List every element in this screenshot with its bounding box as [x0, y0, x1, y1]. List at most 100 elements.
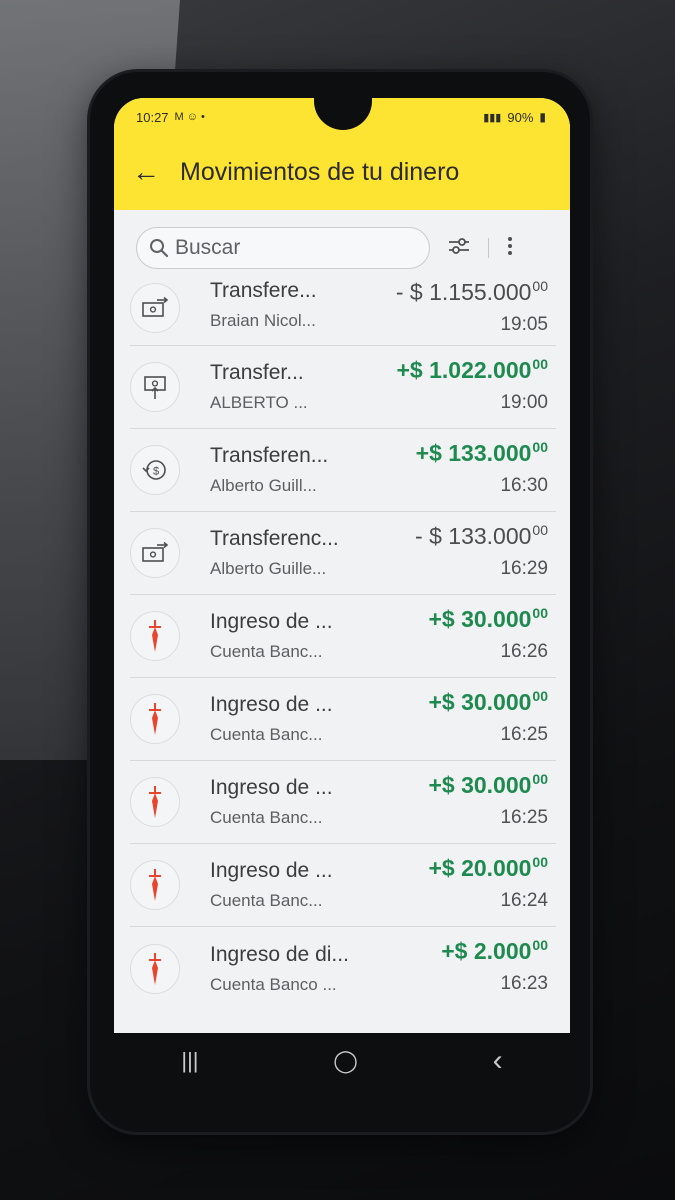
transaction-row[interactable]: Ingreso de di... Cuenta Banco ... +$ 2.000… [130, 927, 556, 1010]
recents-button[interactable]: ||| [181, 1048, 198, 1074]
transaction-amount-block: +$ 1.022.00000 19:00 [396, 356, 548, 414]
transaction-amount: +$ 20.00000 [428, 854, 548, 882]
toolbar-divider [488, 238, 489, 258]
transaction-texts: Ingreso de di... Cuenta Banco ... [210, 943, 370, 995]
home-button[interactable]: ◯ [333, 1048, 358, 1074]
battery-icon: ▮ [539, 110, 546, 124]
transaction-time: 16:30 [500, 475, 548, 496]
amount-value: +$ 2.000 [441, 938, 532, 964]
transaction-amount: - $ 133.00000 [415, 522, 548, 550]
transaction-texts: Ingreso de ... Cuenta Banc... [210, 776, 370, 828]
santander-flame-icon [130, 860, 180, 910]
santander-flame-icon [130, 611, 180, 661]
transaction-amount-block: +$ 133.00000 16:30 [416, 439, 548, 497]
transaction-row[interactable]: Ingreso de ... Cuenta Banc... +$ 20.00000 1… [130, 844, 556, 927]
amount-cents: 00 [532, 439, 548, 455]
search-placeholder: Buscar [175, 236, 241, 259]
transfer-out-icon [130, 528, 180, 578]
transaction-subtitle: ALBERTO ... [210, 393, 308, 412]
santander-flame-icon [130, 943, 180, 994]
transaction-title: Transfer... [210, 361, 304, 384]
transaction-amount-block: +$ 30.00000 16:25 [428, 771, 548, 829]
transaction-row[interactable]: $ Transferen... Alberto Guill... +$ 133.000… [130, 429, 556, 512]
transaction-time: 19:05 [500, 314, 548, 335]
transaction-amount: +$ 133.00000 [416, 439, 548, 467]
amount-cents: 00 [532, 854, 548, 870]
transaction-amount: - $ 1.155.00000 [396, 278, 548, 306]
transaction-subtitle: Alberto Guill... [210, 476, 317, 495]
transaction-title: Ingreso de ... [210, 610, 333, 633]
money-return-icon: $ [130, 445, 180, 495]
transaction-amount: +$ 30.00000 [428, 605, 548, 633]
transaction-title: Ingreso de ... [210, 776, 333, 799]
transaction-subtitle: Cuenta Banc... [210, 725, 323, 744]
transaction-subtitle: Cuenta Banc... [210, 642, 323, 661]
transaction-subtitle: Braian Nicol... [210, 310, 316, 330]
transaction-amount-block: +$ 20.00000 16:24 [428, 854, 548, 912]
transaction-title: Transfere... [210, 278, 317, 302]
more-vert-icon[interactable] [507, 236, 513, 261]
transaction-time: 19:00 [500, 392, 548, 413]
transaction-amount-block: +$ 30.00000 16:26 [428, 605, 548, 663]
transaction-amount-block: - $ 1.155.00000 19:05 [396, 278, 548, 336]
android-nav-bar: ||| ◯ ‹ [114, 1033, 570, 1089]
transaction-time: 16:24 [500, 890, 548, 911]
transaction-row[interactable]: Ingreso de ... Cuenta Banc... +$ 30.00000 1… [130, 678, 556, 761]
transaction-amount-block: - $ 133.00000 16:29 [415, 522, 548, 580]
transaction-amount: +$ 2.00000 [441, 937, 548, 965]
search-input[interactable]: Buscar [136, 227, 430, 269]
transaction-texts: Transfere... Braian Nicol... [210, 279, 370, 331]
transaction-time: 16:25 [500, 807, 548, 828]
transaction-amount: +$ 30.00000 [428, 771, 548, 799]
santander-flame-icon [130, 777, 180, 827]
search-icon [149, 238, 169, 258]
amount-value: +$ 133.000 [415, 440, 532, 466]
transaction-texts: Ingreso de ... Cuenta Banc... [210, 859, 370, 911]
transaction-texts: Ingreso de ... Cuenta Banc... [210, 610, 370, 662]
arrow-left-icon[interactable]: ← [132, 158, 160, 186]
transaction-row[interactable]: Transferenc... Alberto Guille... - $ 133.0… [130, 512, 556, 595]
transaction-title: Transferen... [210, 444, 329, 467]
amount-cents: 00 [532, 278, 548, 294]
transaction-amount: +$ 30.00000 [428, 688, 548, 716]
transaction-texts: Ingreso de ... Cuenta Banc... [210, 693, 370, 745]
notification-icons: M ☺ • [174, 111, 205, 123]
back-button[interactable]: ‹ [493, 1044, 503, 1078]
page-header: ← Movimientos de tu dinero [132, 150, 552, 194]
transaction-time: 16:26 [500, 641, 548, 662]
search-row: Buscar [136, 226, 550, 270]
transaction-subtitle: Cuenta Banco ... [210, 974, 337, 994]
transaction-title: Ingreso de ... [210, 859, 333, 882]
transaction-subtitle: Alberto Guille... [210, 559, 327, 578]
transaction-title: Ingreso de di... [210, 942, 349, 966]
amount-value: +$ 30.000 [428, 772, 532, 798]
transaction-amount-block: +$ 30.00000 16:25 [428, 688, 548, 746]
amount-cents: 00 [532, 522, 548, 538]
transaction-amount-block: +$ 2.00000 16:23 [441, 937, 548, 995]
transaction-row[interactable]: Ingreso de ... Cuenta Banc... +$ 30.00000 1… [130, 761, 556, 844]
transaction-subtitle: Cuenta Banc... [210, 891, 323, 910]
transactions-list: Transfere... Braian Nicol... - $ 1.155.000… [130, 278, 556, 1010]
toolbar [448, 236, 513, 261]
amount-cents: 00 [532, 937, 548, 953]
transaction-texts: Transfer... ALBERTO ... [210, 361, 370, 413]
phone-screen: 10:27 M ☺ • ▮▮▮ 90% ▮ ← Movimientos de t… [114, 98, 570, 1033]
transaction-title: Transferenc... [210, 527, 339, 550]
filter-sliders-icon[interactable] [448, 237, 470, 260]
transaction-row[interactable]: Ingreso de ... Cuenta Banc... +$ 30.00000 1… [130, 595, 556, 678]
amount-value: - $ 1.155.000 [395, 279, 532, 305]
transaction-texts: Transferenc... Alberto Guille... [210, 527, 370, 579]
transfer-in-icon [130, 362, 180, 412]
amount-cents: 00 [532, 771, 548, 787]
page-title: Movimientos de tu dinero [180, 157, 460, 186]
transaction-time: 16:23 [500, 973, 548, 994]
amount-cents: 00 [532, 605, 548, 621]
amount-cents: 00 [532, 688, 548, 704]
amount-value: - $ 133.000 [415, 523, 532, 549]
transfer-out-icon [130, 282, 180, 333]
amount-cents: 00 [532, 356, 548, 372]
app-header-bar: 10:27 M ☺ • ▮▮▮ 90% ▮ ← Movimientos de t… [114, 98, 570, 210]
transaction-row[interactable]: Transfer... ALBERTO ... +$ 1.022.00000 19:0… [130, 346, 556, 429]
transaction-row[interactable]: Transfere... Braian Nicol... - $ 1.155.000… [130, 278, 556, 346]
santander-flame-icon [130, 694, 180, 744]
